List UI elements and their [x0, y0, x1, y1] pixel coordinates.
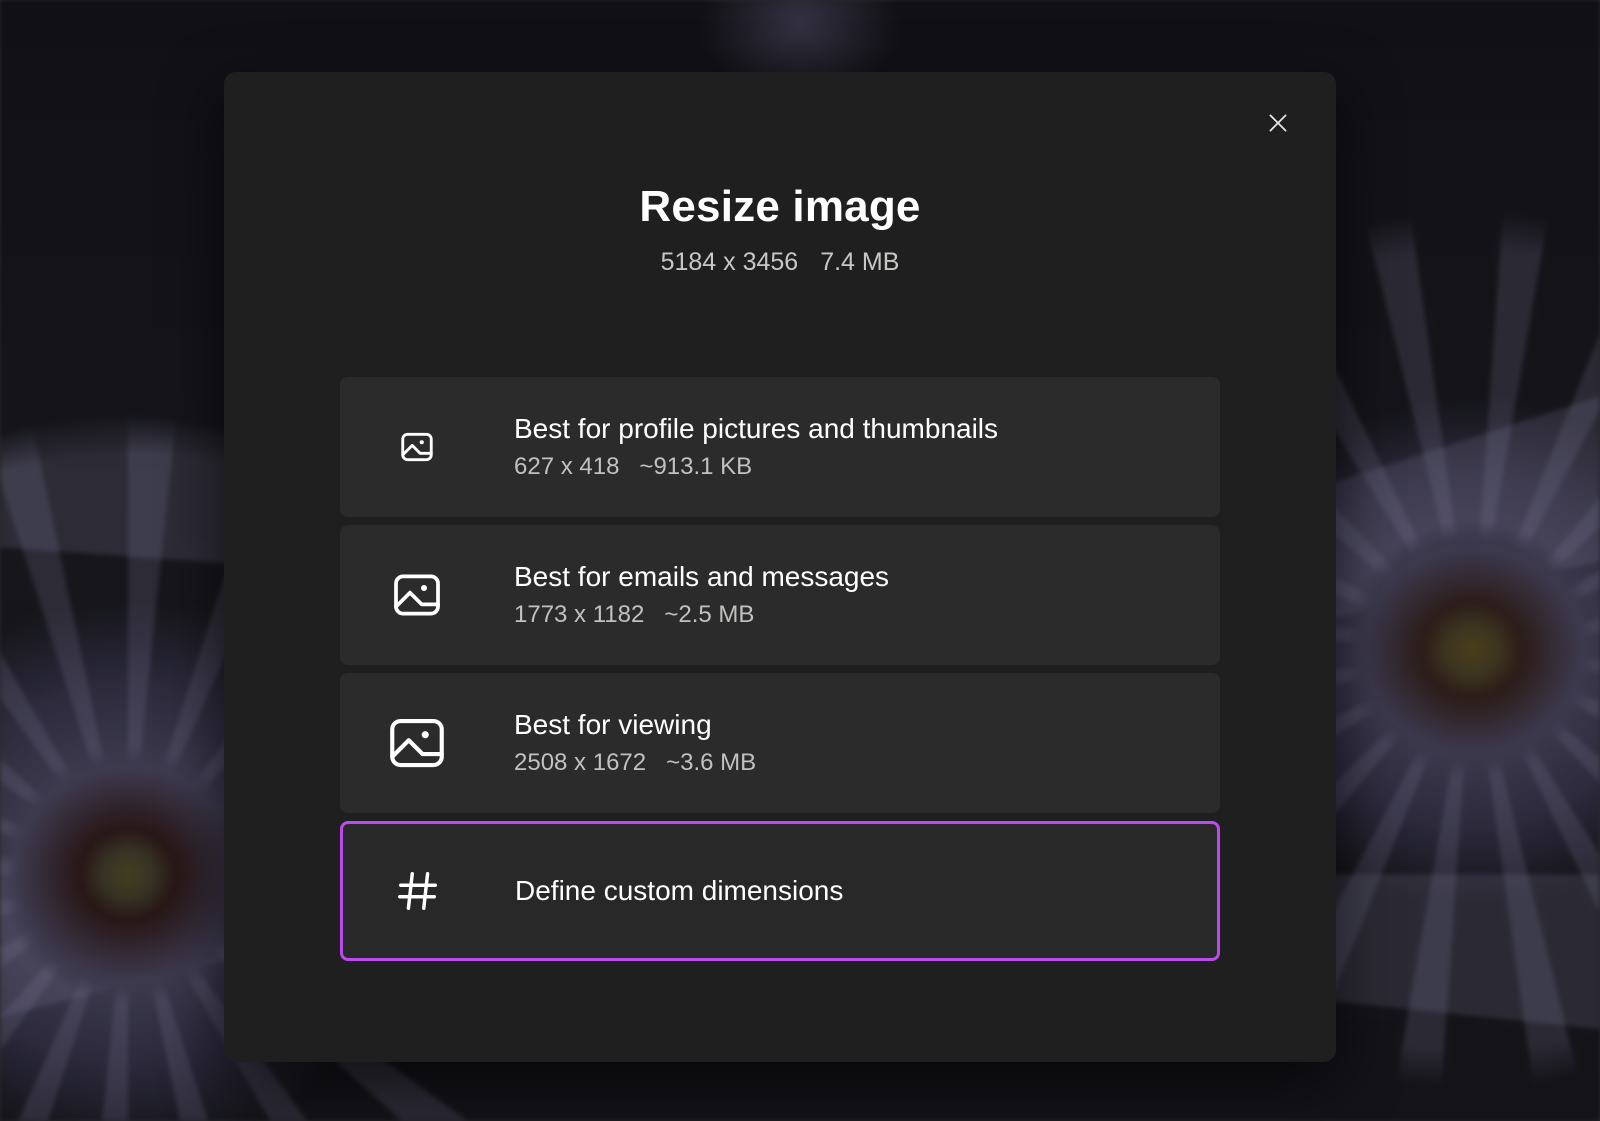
option-text: Best for viewing 2508 x 1672 ~3.6 MB — [514, 709, 756, 777]
option-text: Best for emails and messages 1773 x 1182… — [514, 561, 889, 629]
option-subtitle: 1773 x 1182 ~2.5 MB — [514, 601, 889, 629]
option-title: Best for emails and messages — [514, 561, 889, 593]
option-size: ~913.1 KB — [639, 453, 752, 480]
option-text: Define custom dimensions — [515, 875, 843, 907]
resize-option-emails[interactable]: Best for emails and messages 1773 x 1182… — [340, 525, 1220, 665]
current-dimensions: 5184 x 3456 — [661, 248, 799, 276]
resize-options-list: Best for profile pictures and thumbnails… — [264, 377, 1296, 961]
current-size: 7.4 MB — [820, 248, 899, 276]
image-large-icon — [384, 710, 450, 776]
option-dimensions: 2508 x 1672 — [514, 749, 646, 776]
image-medium-icon — [384, 562, 450, 628]
image-small-icon — [384, 414, 450, 480]
close-button[interactable] — [1254, 100, 1302, 148]
option-dimensions: 1773 x 1182 — [514, 601, 644, 628]
option-title: Define custom dimensions — [515, 875, 843, 907]
resize-option-thumbnails[interactable]: Best for profile pictures and thumbnails… — [340, 377, 1220, 517]
dialog-header: Resize image 5184 x 3456 7.4 MB — [264, 182, 1296, 277]
option-text: Best for profile pictures and thumbnails… — [514, 413, 998, 481]
dialog-subtitle: 5184 x 3456 7.4 MB — [264, 248, 1296, 277]
option-size: ~3.6 MB — [666, 749, 756, 776]
option-subtitle: 2508 x 1672 ~3.6 MB — [514, 749, 756, 777]
option-dimensions: 627 x 418 — [514, 453, 619, 480]
resize-option-viewing[interactable]: Best for viewing 2508 x 1672 ~3.6 MB — [340, 673, 1220, 813]
dialog-title: Resize image — [264, 182, 1296, 232]
option-subtitle: 627 x 418 ~913.1 KB — [514, 453, 998, 481]
option-size: ~2.5 MB — [664, 601, 754, 628]
resize-option-custom[interactable]: Define custom dimensions — [340, 821, 1220, 961]
resize-dialog: Resize image 5184 x 3456 7.4 MB Best for … — [224, 72, 1336, 1062]
close-icon — [1265, 110, 1291, 139]
option-title: Best for profile pictures and thumbnails — [514, 413, 998, 445]
hash-icon — [385, 858, 451, 924]
option-title: Best for viewing — [514, 709, 756, 741]
